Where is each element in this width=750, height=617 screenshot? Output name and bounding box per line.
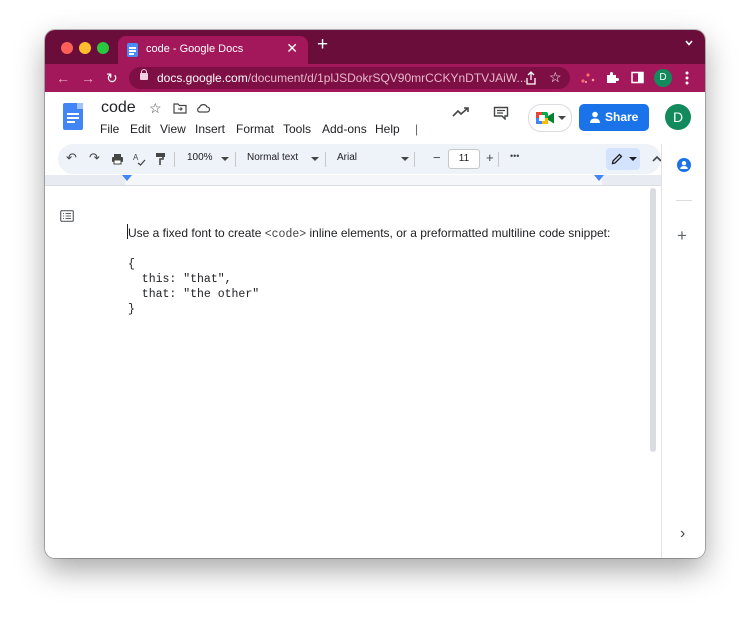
- comment-history-icon[interactable]: [493, 106, 509, 120]
- ruler-text-area: [125, 175, 602, 185]
- docs-header: code ☆ File Edit View Insert Format Tool…: [45, 92, 705, 144]
- font-dropdown-icon[interactable]: [401, 157, 409, 161]
- extension-dots-icon[interactable]: [580, 71, 596, 85]
- more-options-icon[interactable]: •••: [510, 151, 519, 161]
- close-window-button[interactable]: [61, 42, 73, 54]
- document-canvas[interactable]: Use a fixed font to create <code> inline…: [45, 186, 661, 558]
- svg-text:A: A: [133, 153, 139, 162]
- minimize-window-button[interactable]: [79, 42, 91, 54]
- url-host: docs.google.com: [157, 71, 248, 85]
- undo-icon[interactable]: ↶: [66, 150, 77, 166]
- document-outline-icon[interactable]: [60, 210, 74, 222]
- left-indent-marker[interactable]: [122, 175, 132, 181]
- back-icon[interactable]: ←: [56, 69, 70, 87]
- get-addons-plus-icon[interactable]: +: [677, 226, 687, 246]
- side-panel: + ›: [661, 144, 705, 558]
- url-path: /document/d/1plJSDokrSQV90mrCCKYnDTVJAiW…: [247, 71, 527, 85]
- side-panel-divider: [676, 200, 692, 201]
- move-folder-icon[interactable]: [173, 102, 187, 114]
- share-button[interactable]: Share: [579, 104, 649, 131]
- font-size-control: − 11 +: [430, 149, 498, 169]
- share-label: Share: [605, 110, 639, 124]
- toolbar-separator: [235, 152, 236, 167]
- inline-code-text: <code>: [264, 228, 307, 241]
- increase-font-size-button[interactable]: +: [486, 150, 494, 165]
- vertical-scrollbar[interactable]: [650, 188, 656, 452]
- tab-search-chevron-icon[interactable]: [685, 39, 693, 47]
- share-page-icon[interactable]: [525, 71, 537, 85]
- account-avatar[interactable]: D: [665, 104, 691, 130]
- browser-toolbar: ← → ↻ docs.google.com/document/d/1plJSDo…: [45, 64, 705, 92]
- paragraph-style-select[interactable]: Normal text: [247, 152, 298, 163]
- profile-avatar[interactable]: D: [654, 69, 672, 87]
- side-panel-icon[interactable]: [631, 71, 644, 84]
- right-indent-marker[interactable]: [594, 175, 604, 181]
- editing-mode-button[interactable]: [606, 148, 640, 170]
- address-bar[interactable]: docs.google.com/document/d/1plJSDokrSQV9…: [129, 67, 570, 89]
- browser-tab[interactable]: code - Google Docs ✕: [118, 36, 308, 64]
- tab-title: code - Google Docs: [146, 43, 244, 55]
- docs-favicon-icon: [127, 43, 138, 57]
- format-toolbar: ↶ ↷ A 100% Normal text Arial − 11 + •••: [58, 144, 662, 174]
- bookmark-star-icon[interactable]: ☆: [549, 69, 562, 86]
- zoom-dropdown-icon[interactable]: [221, 157, 229, 161]
- browser-menu-icon[interactable]: [685, 71, 689, 85]
- font-size-value: 11: [458, 153, 470, 164]
- tab-strip: code - Google Docs ✕ +: [45, 30, 705, 64]
- menu-help[interactable]: Help: [375, 122, 400, 136]
- menu-addons[interactable]: Add-ons: [322, 122, 367, 136]
- toolbar-separator: [414, 152, 415, 167]
- code-line[interactable]: that: "the other": [128, 288, 259, 301]
- tab-close-icon[interactable]: ✕: [286, 40, 298, 57]
- toolbar-separator: [325, 152, 326, 167]
- meet-dropdown-icon: [558, 116, 566, 120]
- activity-trend-icon[interactable]: [452, 106, 470, 118]
- decrease-font-size-button[interactable]: −: [433, 150, 441, 165]
- show-side-panel-chevron-icon[interactable]: ›: [680, 525, 685, 543]
- contacts-icon[interactable]: [677, 158, 691, 172]
- paint-format-icon[interactable]: [155, 152, 166, 166]
- toolbar-separator: [498, 152, 499, 167]
- browser-window: code - Google Docs ✕ + ← → ↻ docs.google…: [45, 30, 705, 558]
- last-edit-divider: |: [415, 122, 419, 136]
- extensions-puzzle-icon[interactable]: [606, 71, 619, 84]
- style-dropdown-icon[interactable]: [311, 157, 319, 161]
- font-family-select[interactable]: Arial: [337, 152, 357, 163]
- font-size-input[interactable]: 11: [448, 149, 480, 169]
- code-line[interactable]: {: [128, 258, 135, 271]
- zoom-window-button[interactable]: [97, 42, 109, 54]
- code-line[interactable]: this: "that",: [128, 273, 232, 286]
- print-icon[interactable]: [111, 153, 124, 165]
- menu-view[interactable]: View: [160, 122, 186, 136]
- document-title[interactable]: code: [101, 99, 136, 117]
- menu-edit[interactable]: Edit: [130, 122, 151, 136]
- spellcheck-icon[interactable]: A: [133, 152, 147, 166]
- ruler: [45, 175, 661, 186]
- share-person-icon: [590, 111, 600, 123]
- pencil-icon: [611, 153, 623, 165]
- menu-format[interactable]: Format: [236, 122, 274, 136]
- lock-icon: [140, 69, 148, 80]
- new-tab-button[interactable]: +: [317, 35, 328, 55]
- zoom-select[interactable]: 100%: [187, 152, 213, 163]
- paragraph-text-end: inline elements, or a preformatted multi…: [306, 226, 611, 240]
- star-icon[interactable]: ☆: [149, 100, 162, 117]
- menu-file[interactable]: File: [100, 122, 119, 136]
- meet-button[interactable]: [528, 104, 572, 132]
- menu-insert[interactable]: Insert: [195, 122, 225, 136]
- docs-logo-icon[interactable]: [63, 103, 83, 130]
- code-line[interactable]: }: [128, 303, 135, 316]
- forward-icon[interactable]: →: [81, 69, 95, 87]
- paragraph-line[interactable]: Use a fixed font to create <code> inline…: [128, 226, 610, 241]
- toolbar-separator: [174, 152, 175, 167]
- reload-icon[interactable]: ↻: [106, 69, 118, 87]
- redo-icon[interactable]: ↷: [89, 150, 100, 166]
- paragraph-text-start: Use a fixed font to create: [128, 226, 265, 240]
- mode-dropdown-icon: [629, 157, 637, 161]
- url-text[interactable]: docs.google.com/document/d/1plJSDokrSQV9…: [157, 71, 527, 85]
- meet-camera-icon: [536, 112, 554, 124]
- cloud-status-icon[interactable]: [196, 103, 210, 113]
- menu-tools[interactable]: Tools: [283, 122, 311, 136]
